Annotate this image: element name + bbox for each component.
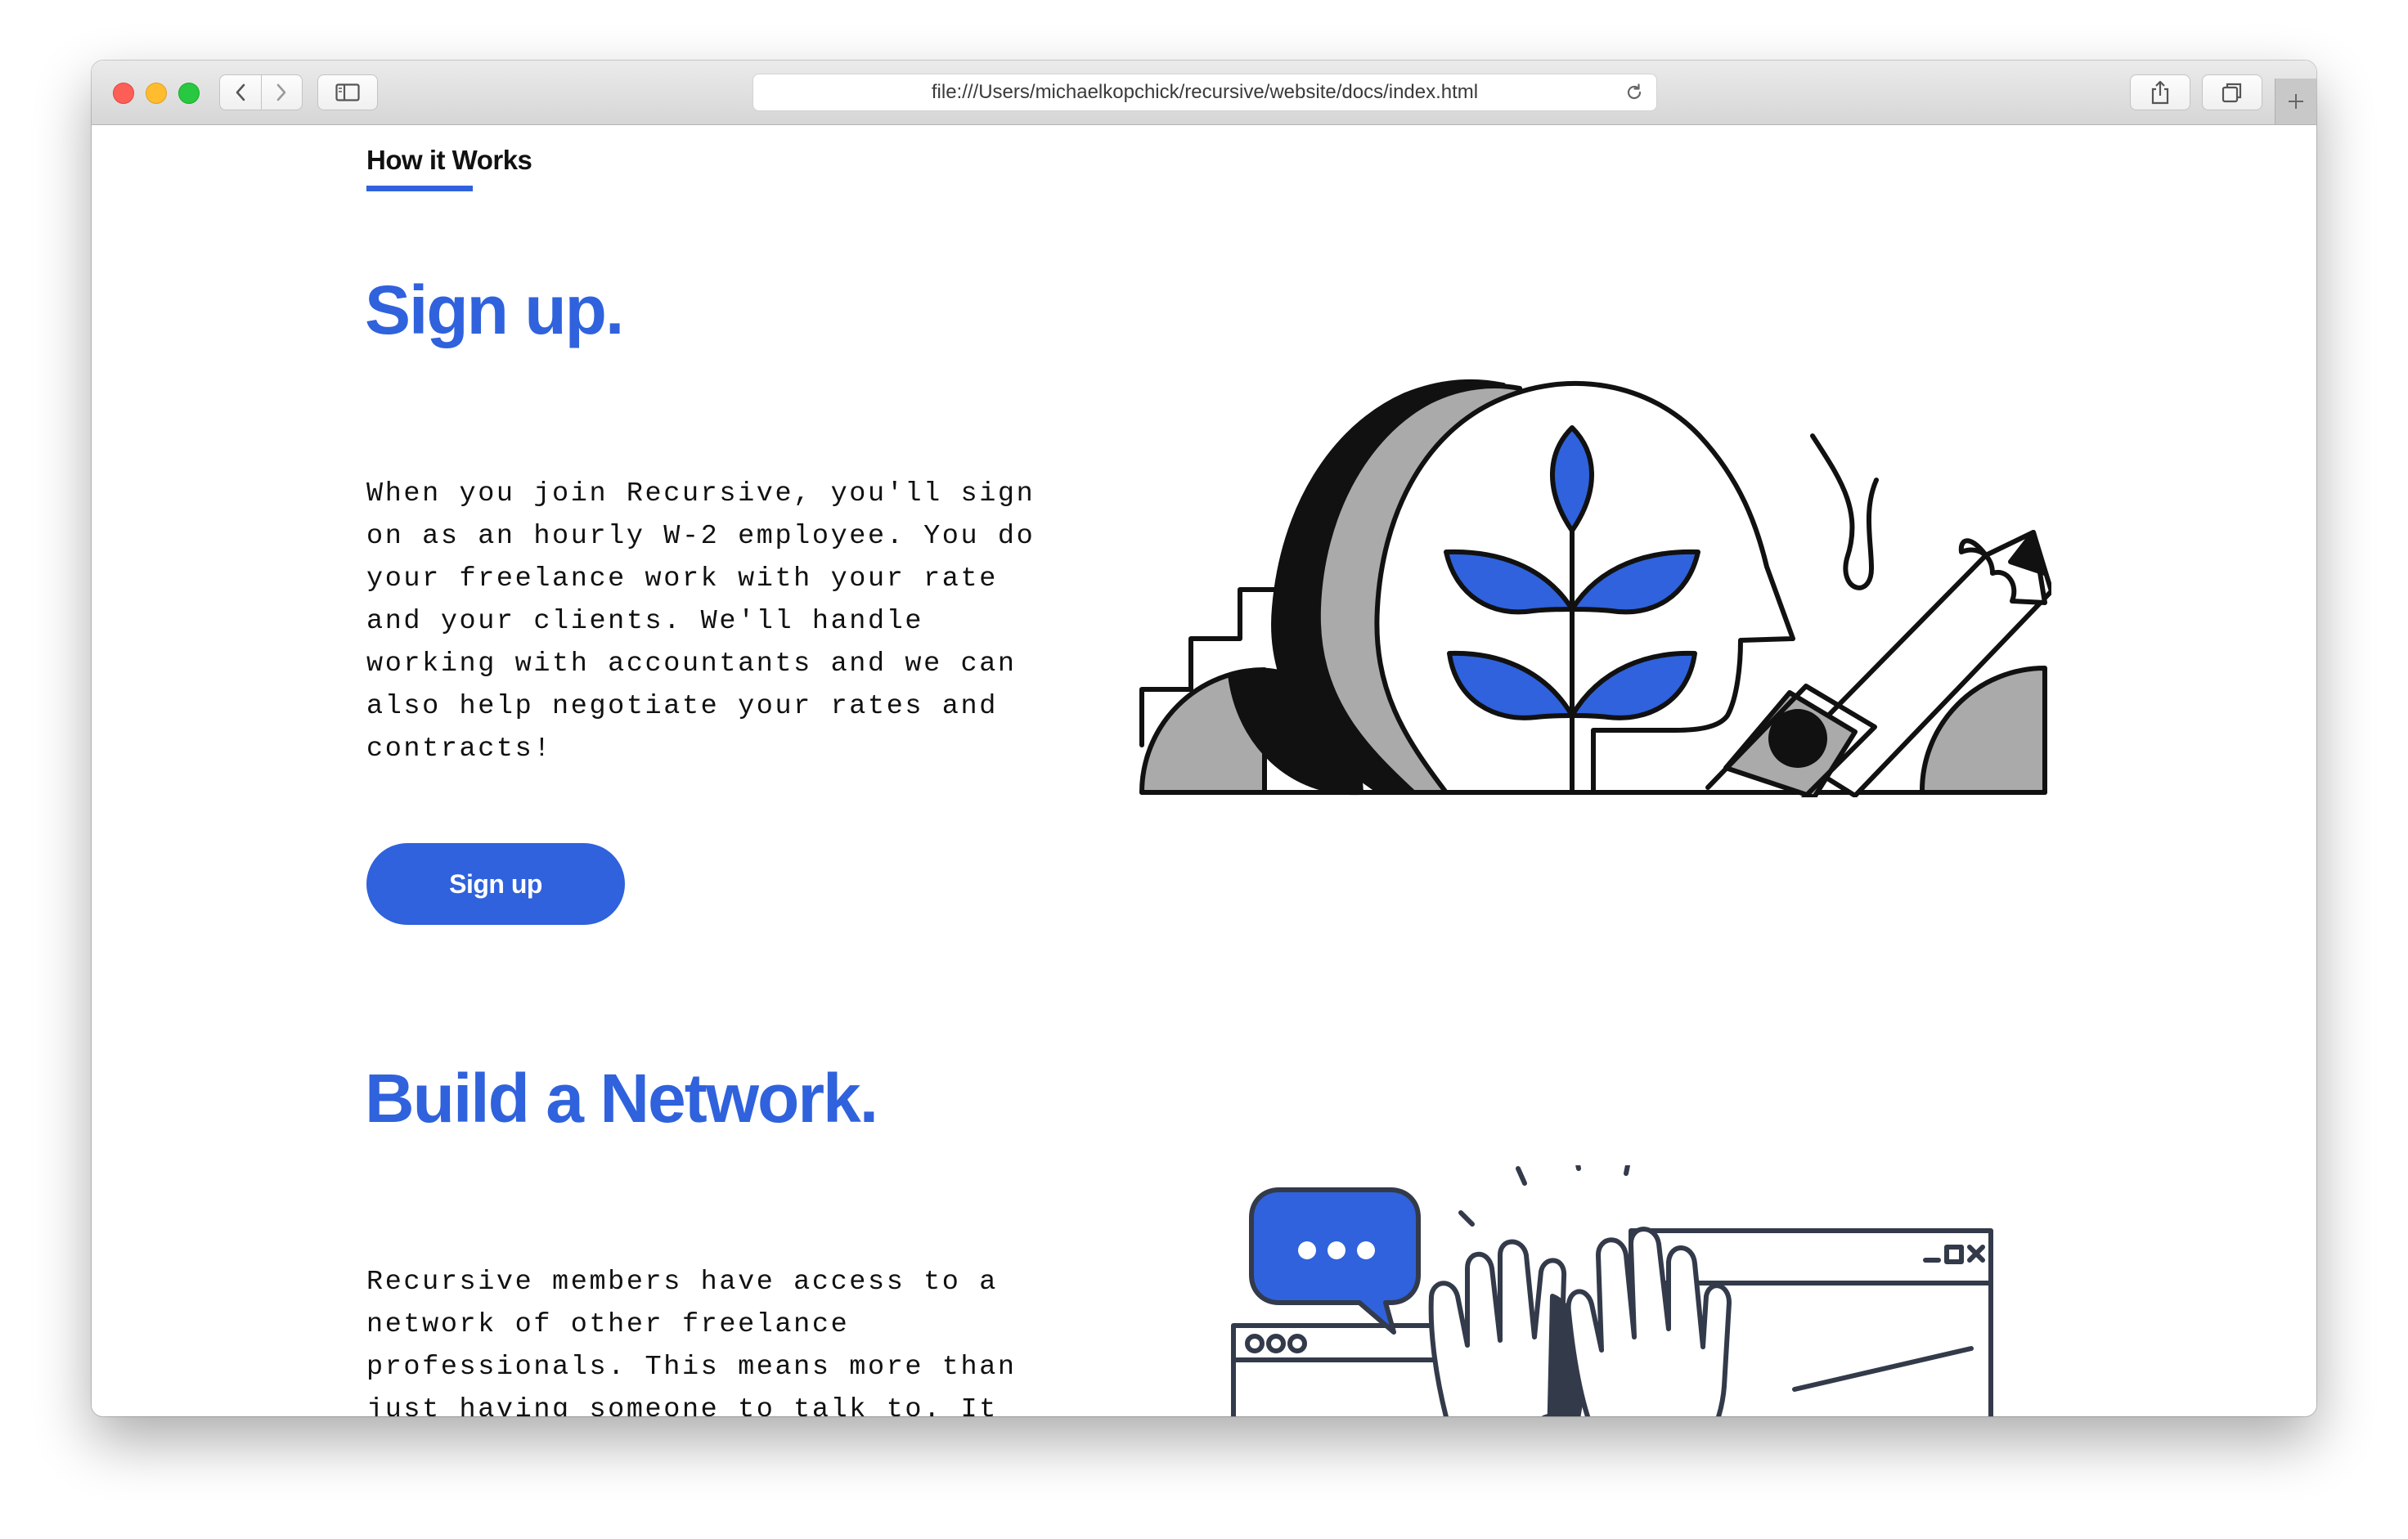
head-with-plant-and-pencil-illustration <box>1139 379 2051 797</box>
browser-toolbar: file:///Users/michaelkopchick/recursive/… <box>92 61 2316 125</box>
close-window-button[interactable] <box>113 83 134 104</box>
signup-heading: Sign up. <box>365 271 624 348</box>
share-icon <box>2151 80 2169 105</box>
high-five-chat-window-illustration <box>1231 1165 1993 1416</box>
reload-icon[interactable] <box>1624 82 1645 103</box>
build-network-body: Recursive members have access to a netwo… <box>366 1267 1017 1416</box>
signup-body: When you join Recursive, you'll sign on … <box>366 478 1036 765</box>
show-tabs-button[interactable] <box>2202 74 2262 110</box>
back-button[interactable] <box>220 75 262 110</box>
address-bar[interactable]: file:///Users/michaelkopchick/recursive/… <box>752 74 1657 111</box>
sidebar-icon <box>335 83 360 101</box>
section-underline <box>366 186 473 191</box>
plus-icon <box>2289 94 2303 109</box>
minimize-window-button[interactable] <box>146 83 167 104</box>
tabs-icon <box>2222 83 2242 103</box>
section-label: How it Works <box>366 145 532 175</box>
desktop: file:///Users/michaelkopchick/recursive/… <box>0 0 2408 1539</box>
sign-up-button[interactable]: Sign up <box>366 843 625 925</box>
maximize-window-button[interactable] <box>178 83 200 104</box>
url-text: file:///Users/michaelkopchick/recursive/… <box>931 81 1479 103</box>
history-nav <box>219 74 303 110</box>
chevron-left-icon <box>236 83 245 101</box>
share-button[interactable] <box>2130 74 2190 110</box>
new-tab-button[interactable] <box>2275 79 2316 124</box>
chevron-right-icon <box>276 83 286 101</box>
build-network-heading: Build a Network. <box>365 1060 878 1137</box>
forward-button[interactable] <box>262 75 303 110</box>
sidebar-button[interactable] <box>317 74 378 110</box>
browser-window: file:///Users/michaelkopchick/recursive/… <box>92 61 2316 1416</box>
page-content: How it Works Sign up. When you join Recu… <box>92 125 2316 1416</box>
